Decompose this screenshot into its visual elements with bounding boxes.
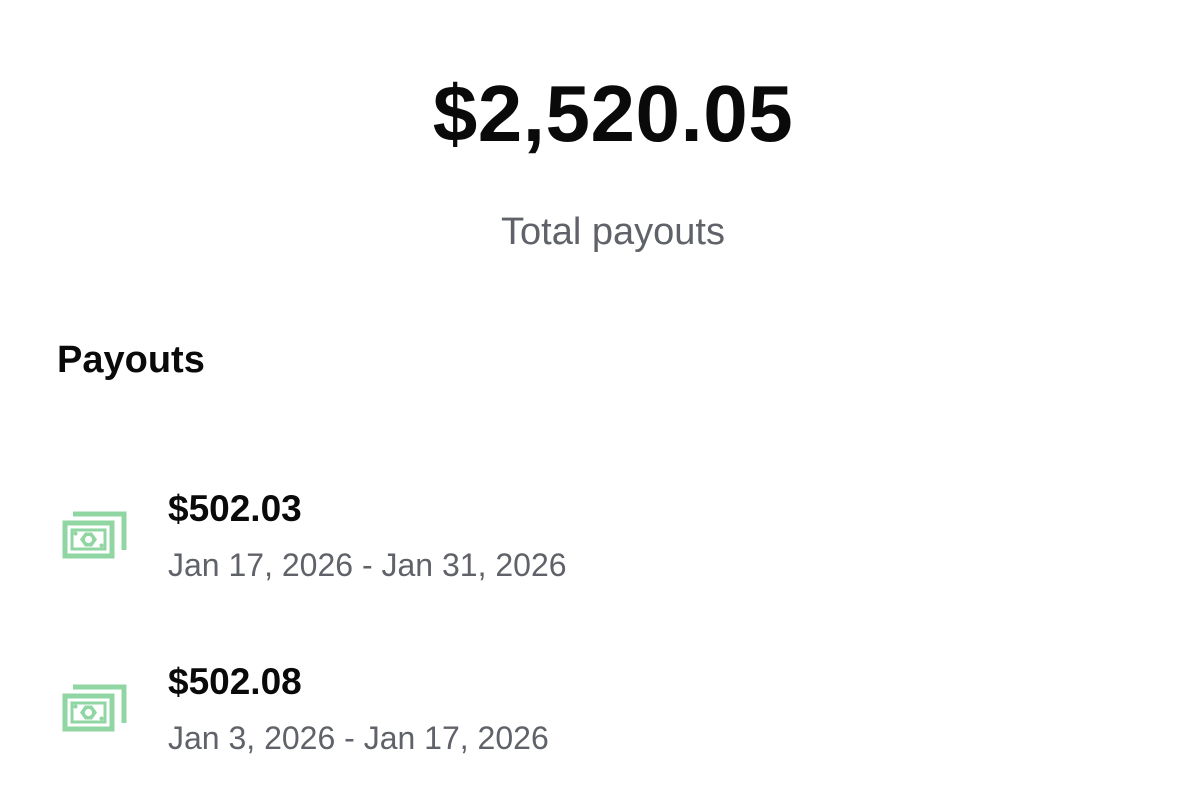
payout-amount: $502.03 [168,488,302,529]
payout-list-item[interactable]: $502.08 Jan 3, 2026 - Jan 17, 2026 [0,643,1200,800]
payouts-section-title: Payouts [57,339,205,381]
payout-amount: $502.08 [168,661,302,702]
payouts-screen: $2,520.05 Total payouts Payouts $502.03 … [0,0,1200,800]
total-payouts-amount: $2,520.05 [432,69,794,158]
cash-icon [60,679,128,735]
payout-list: $502.03 Jan 17, 2026 - Jan 31, 2026 $502… [0,470,1200,800]
total-payouts-label: Total payouts [501,211,725,253]
payout-period: Jan 3, 2026 - Jan 17, 2026 [168,720,549,756]
cash-icon [60,506,128,562]
payout-period: Jan 17, 2026 - Jan 31, 2026 [168,547,567,583]
payout-list-item[interactable]: $502.03 Jan 17, 2026 - Jan 31, 2026 [0,470,1200,643]
